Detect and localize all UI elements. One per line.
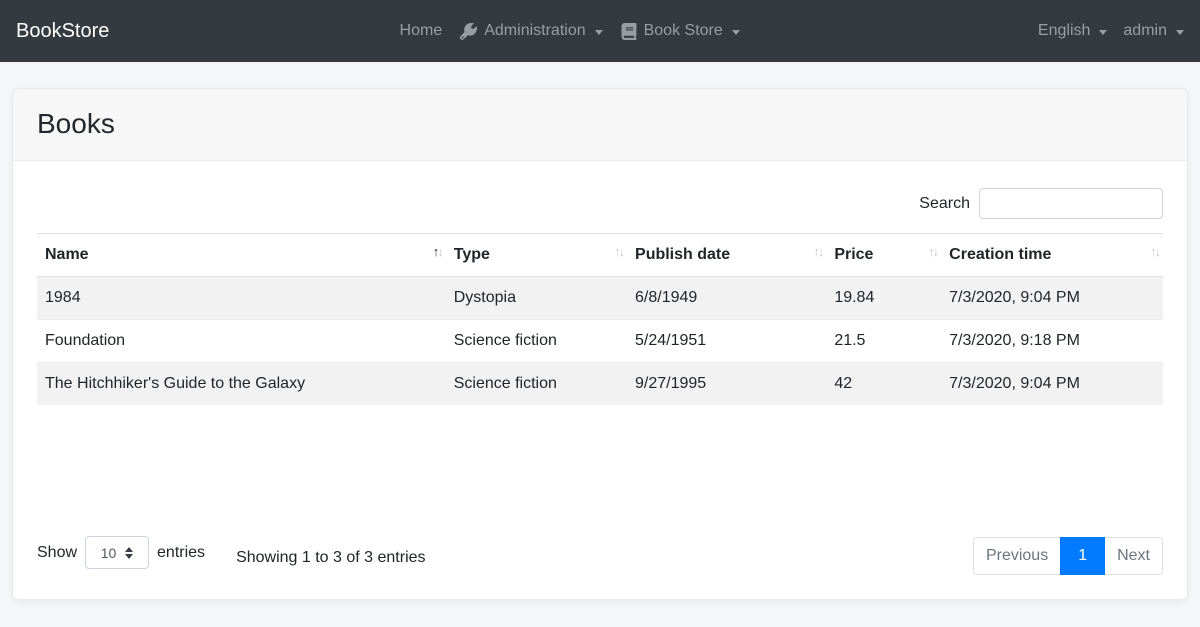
- cell-publish-date: 6/8/1949: [627, 277, 826, 320]
- cell-price: 42: [826, 363, 941, 406]
- page-size-value: 10: [101, 545, 117, 561]
- sort-icon: ↑↓: [614, 245, 623, 258]
- books-table: Name ↑↓ Type ↑↓ Publish date ↑↓ Price ↑↓: [37, 233, 1163, 405]
- cell-creation-time: 7/3/2020, 9:18 PM: [941, 320, 1163, 363]
- books-card: Books Search Name ↑↓ Type ↑↓: [12, 88, 1188, 600]
- sort-icon: ↑↓: [928, 245, 937, 258]
- sort-icon: ↑↓: [433, 245, 442, 258]
- chevron-down-icon: [732, 30, 740, 35]
- cell-price: 19.84: [826, 277, 941, 320]
- wrench-icon: [460, 23, 477, 40]
- brand-link[interactable]: BookStore: [16, 20, 109, 43]
- table-footer: Show 10 entries Showing 1 to 3 of 3 entr…: [37, 536, 1163, 575]
- select-updown-icon: [125, 547, 133, 559]
- column-header-type[interactable]: Type ↑↓: [446, 234, 627, 277]
- table-row: Foundation Science fiction 5/24/1951 21.…: [37, 320, 1163, 363]
- column-header-price[interactable]: Price ↑↓: [826, 234, 941, 277]
- chevron-down-icon: [1176, 30, 1184, 35]
- cell-publish-date: 9/27/1995: [627, 363, 826, 406]
- cell-name: Foundation: [37, 320, 446, 363]
- username-label: admin: [1123, 22, 1167, 40]
- user-menu[interactable]: admin: [1115, 22, 1184, 40]
- search-label: Search: [919, 195, 970, 213]
- cell-name: The Hitchhiker's Guide to the Galaxy: [37, 363, 446, 406]
- column-header-creation-time[interactable]: Creation time ↑↓: [941, 234, 1163, 277]
- navbar-right-menu: English admin: [1030, 22, 1184, 40]
- nav-item-home[interactable]: Home: [391, 22, 452, 40]
- next-page-button[interactable]: Next: [1104, 537, 1163, 575]
- card-body: Search Name ↑↓ Type ↑↓ Publi: [13, 161, 1187, 599]
- search-input[interactable]: [979, 188, 1163, 219]
- table-row: 1984 Dystopia 6/8/1949 19.84 7/3/2020, 9…: [37, 277, 1163, 320]
- entries-label: entries: [157, 544, 205, 562]
- pagination: Previous 1 Next: [973, 537, 1163, 575]
- search-row: Search: [37, 188, 1163, 219]
- page-size-select[interactable]: 10: [85, 536, 149, 569]
- cell-publish-date: 5/24/1951: [627, 320, 826, 363]
- cell-type: Science fiction: [446, 363, 627, 406]
- nav-item-label: Book Store: [644, 22, 723, 40]
- cell-type: Dystopia: [446, 277, 627, 320]
- column-header-publish-date[interactable]: Publish date ↑↓: [627, 234, 826, 277]
- book-icon: [621, 23, 637, 40]
- top-navbar: BookStore Home Administration Book Store…: [0, 0, 1200, 62]
- cell-price: 21.5: [826, 320, 941, 363]
- table-row: The Hitchhiker's Guide to the Galaxy Sci…: [37, 363, 1163, 406]
- language-menu[interactable]: English: [1030, 22, 1115, 40]
- column-header-name[interactable]: Name ↑↓: [37, 234, 446, 277]
- nav-item-book-store[interactable]: Book Store: [612, 22, 749, 40]
- chevron-down-icon: [1099, 30, 1107, 35]
- previous-page-button[interactable]: Previous: [973, 537, 1061, 575]
- main-menu: Home Administration Book Store: [391, 22, 749, 40]
- page-number-button[interactable]: 1: [1060, 537, 1105, 575]
- table-header-row: Name ↑↓ Type ↑↓ Publish date ↑↓ Price ↑↓: [37, 234, 1163, 277]
- chevron-down-icon: [595, 30, 603, 35]
- show-label: Show: [37, 544, 77, 562]
- page-size-group: Show 10 entries: [37, 536, 205, 569]
- sort-icon: ↑↓: [813, 245, 822, 258]
- nav-item-administration[interactable]: Administration: [451, 22, 611, 40]
- page-title: Books: [37, 108, 1163, 140]
- nav-item-label: Administration: [484, 22, 585, 40]
- cell-creation-time: 7/3/2020, 9:04 PM: [941, 363, 1163, 406]
- language-label: English: [1038, 22, 1090, 40]
- sort-icon: ↑↓: [1150, 245, 1159, 258]
- nav-item-label: Home: [400, 22, 443, 40]
- cell-name: 1984: [37, 277, 446, 320]
- card-header: Books: [13, 89, 1187, 161]
- cell-creation-time: 7/3/2020, 9:04 PM: [941, 277, 1163, 320]
- table-info: Showing 1 to 3 of 3 entries: [236, 549, 425, 567]
- cell-type: Science fiction: [446, 320, 627, 363]
